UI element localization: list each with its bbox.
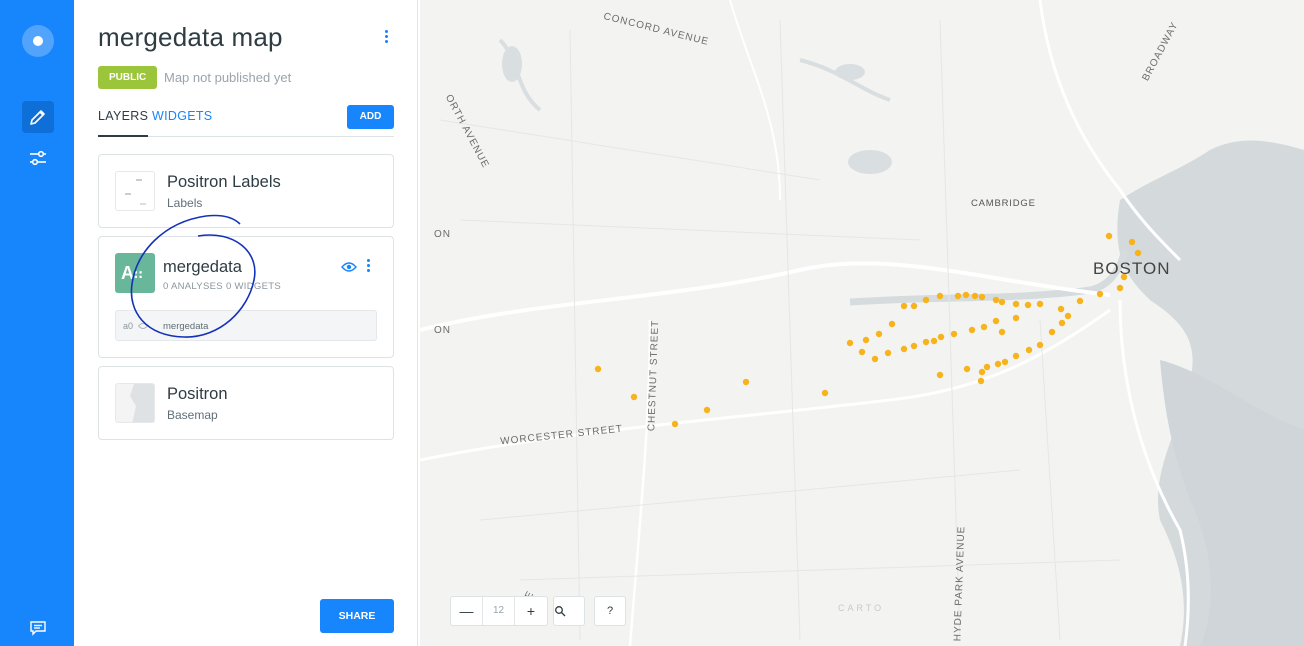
tab-layers[interactable]: LAYERS — [98, 109, 149, 137]
tab-widgets[interactable]: WIDGETS — [152, 109, 212, 123]
basemap-thumbnail — [115, 383, 155, 423]
analyses-count: 0 ANALYSES — [163, 281, 223, 292]
zoom-level: 12 — [483, 597, 515, 625]
layer-letter: A — [121, 263, 134, 283]
layer-type: Basemap — [167, 408, 218, 422]
add-layer-button[interactable]: ADD — [347, 105, 394, 129]
carto-logo-icon[interactable] — [22, 25, 54, 57]
publish-status: Map not published yet — [164, 70, 292, 85]
layer-name: mergedata — [163, 258, 242, 276]
app: mergedata map PUBLIC Map not published y… — [0, 0, 1304, 646]
map-canvas[interactable]: CONCORD AVENUE BROADWAY ORTH AVENUE ON O… — [420, 0, 1304, 646]
privacy-badge[interactable]: PUBLIC — [98, 66, 158, 89]
map-label-cambridge: CAMBRIDGE — [971, 198, 1036, 209]
layer-type: Labels — [167, 196, 203, 210]
zoom-out-button[interactable]: — — [451, 597, 483, 625]
share-button[interactable]: SHARE — [320, 599, 394, 633]
editor-panel: mergedata map PUBLIC Map not published y… — [74, 0, 418, 646]
labels-thumbnail — [115, 171, 155, 211]
zoom-in-button[interactable]: + — [515, 597, 547, 625]
search-icon[interactable] — [553, 596, 585, 626]
help-button[interactable]: ? — [594, 596, 626, 626]
map-title[interactable]: mergedata map — [98, 22, 283, 53]
left-rail — [0, 0, 74, 646]
widgets-count: 0 WIDGETS — [226, 281, 281, 292]
visibility-eye-icon[interactable] — [341, 260, 357, 278]
layer-card-mergedata[interactable]: A∷ mergedata 0 ANALYSES 0 WIDGETS a0 mer… — [98, 236, 394, 358]
feedback-chat-icon[interactable] — [22, 612, 54, 644]
analysis-source-row[interactable]: a0 mergedata — [115, 310, 377, 341]
edit-pencil-icon[interactable] — [22, 101, 54, 133]
settings-sliders-icon[interactable] — [22, 142, 54, 174]
layer-card-positron[interactable]: Positron Basemap — [98, 366, 394, 440]
map-options-icon[interactable] — [378, 30, 394, 50]
layer-name: Positron Labels — [167, 173, 281, 191]
zoom-control: — 12 + — [450, 596, 548, 626]
analysis-eye-icon — [138, 323, 148, 329]
layer-name: Positron — [167, 385, 228, 403]
map-label-on-2: ON — [434, 325, 451, 336]
layer-options-icon[interactable] — [363, 259, 373, 275]
layer-card-positron-labels[interactable]: Positron Labels Labels — [98, 154, 394, 228]
carto-attribution: CARTO — [838, 603, 885, 613]
data-layer-thumbnail: A∷ — [115, 253, 155, 293]
analysis-name: mergedata — [163, 321, 209, 332]
analysis-id: a0 — [123, 321, 134, 331]
basemap-drawing — [420, 0, 1304, 646]
map-label-boston: BOSTON — [1093, 259, 1171, 278]
map-label-on-1: ON — [434, 229, 451, 240]
